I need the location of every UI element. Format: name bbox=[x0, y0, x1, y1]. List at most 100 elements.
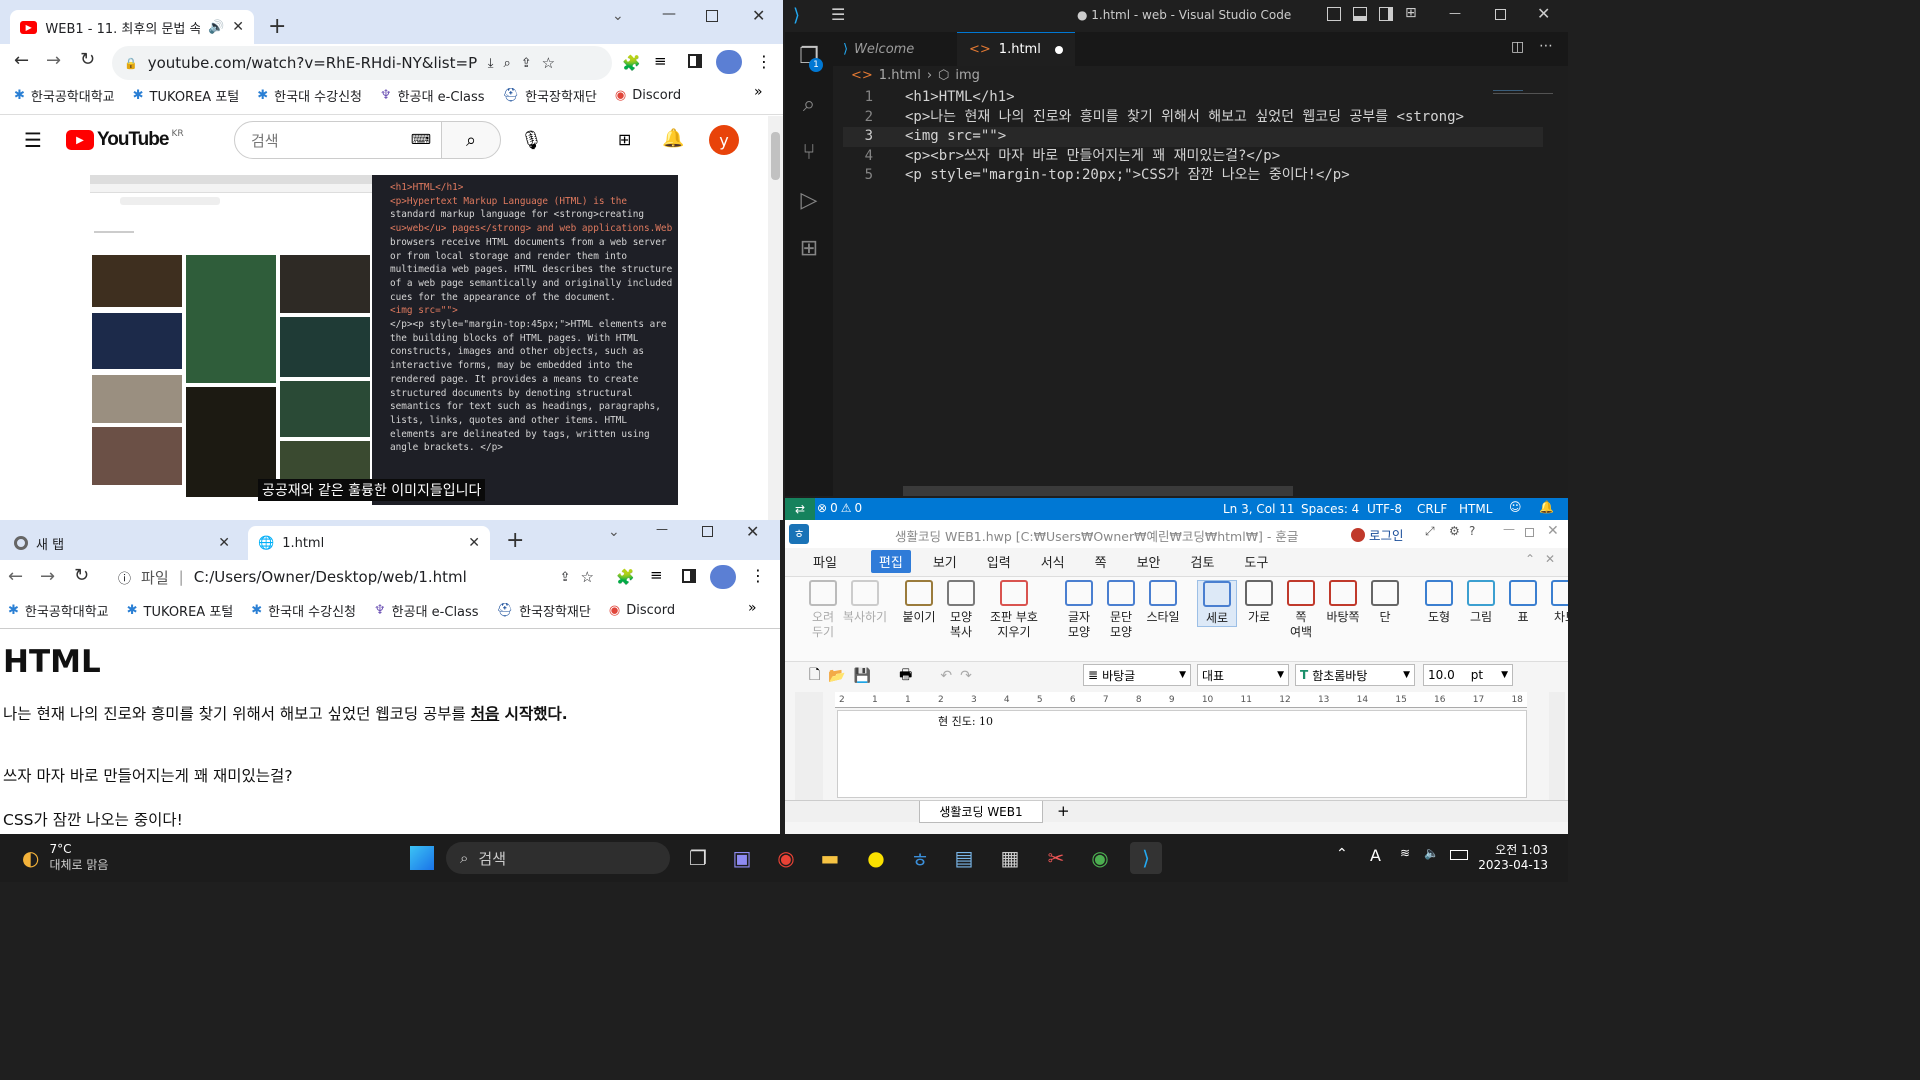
open-doc-icon[interactable]: 📂 bbox=[828, 668, 845, 684]
tab-youtube[interactable]: ▶ WEB1 - 11. 최후의 문법 속성 🔊 ✕ bbox=[10, 10, 254, 44]
menu-item[interactable]: 보기 bbox=[925, 550, 965, 573]
chrome-profile-icon[interactable]: ◉ bbox=[1084, 842, 1116, 874]
ribbon-button[interactable]: 복사하기 bbox=[843, 580, 887, 625]
search-button[interactable]: ⌕ bbox=[441, 121, 501, 159]
weather-widget[interactable]: ◐ 7°C 대체로 맑음 bbox=[22, 842, 108, 873]
tab-1html[interactable]: 🌐 1.html ✕ bbox=[248, 526, 490, 560]
horizontal-scrollbar[interactable] bbox=[903, 486, 1293, 496]
ribbon-button[interactable]: 스타일 bbox=[1143, 580, 1183, 625]
menu-item[interactable]: 도구 bbox=[1236, 550, 1276, 573]
bookmark-item[interactable]: ✱ 한국공학대학교 bbox=[14, 86, 115, 105]
remote-icon[interactable]: ⇄ bbox=[785, 498, 815, 520]
teams-icon[interactable]: ▣ bbox=[726, 842, 758, 874]
reload-icon[interactable]: ↻ bbox=[80, 49, 95, 70]
print-icon[interactable]: 🖶 bbox=[899, 664, 912, 688]
ribbon-button[interactable]: 글자 모양 bbox=[1059, 580, 1099, 640]
address-bar[interactable]: ⓘ 파일 | C:/Users/Owner/Desktop/web/1.html… bbox=[106, 560, 606, 594]
minimap[interactable] bbox=[1493, 88, 1553, 100]
hwp-icon[interactable]: ㅎ bbox=[904, 842, 936, 874]
new-tab-button[interactable]: + bbox=[268, 14, 286, 39]
document-page[interactable]: 현 진도: 10 bbox=[837, 710, 1527, 798]
tab-search-chevron-icon[interactable]: ⌄ bbox=[612, 8, 624, 24]
bookmark-item[interactable]: ◉ Discord bbox=[609, 603, 675, 618]
bookmarks-more-icon[interactable]: » bbox=[748, 600, 757, 616]
profile-icon[interactable] bbox=[716, 50, 742, 74]
menu-icon[interactable]: ⋮ bbox=[750, 566, 766, 585]
minimize-icon[interactable]: — bbox=[662, 6, 676, 22]
vscode-taskbar-icon[interactable]: ⟩ bbox=[1130, 842, 1162, 874]
bookmark-item[interactable]: ✱ 한국공학대학교 bbox=[8, 601, 109, 620]
source-control-icon[interactable]: ⑂ bbox=[785, 128, 833, 176]
customize-layout-icon[interactable]: ⊞ bbox=[1405, 5, 1417, 21]
menu-item[interactable]: 보안 bbox=[1129, 550, 1169, 573]
ribbon-button[interactable]: 조판 부호 지우기 bbox=[983, 580, 1045, 640]
breadcrumb-file[interactable]: 1.html bbox=[879, 68, 921, 83]
menu-item[interactable]: 검토 bbox=[1183, 550, 1223, 573]
language-mode[interactable]: HTML bbox=[1459, 502, 1492, 516]
toggle-primary-sidebar-icon[interactable] bbox=[1327, 7, 1341, 21]
ribbon-button[interactable]: 단 bbox=[1365, 580, 1405, 625]
tab-search-chevron-icon[interactable]: ⌄ bbox=[608, 524, 620, 540]
create-video-icon[interactable]: ⊞ bbox=[618, 130, 631, 149]
sheet-tab[interactable]: 생활코딩 WEB1 bbox=[919, 801, 1043, 823]
ribbon-button[interactable]: 바탕쪽 bbox=[1323, 580, 1363, 625]
font-select[interactable]: T 함초롬바탕 ▼ bbox=[1295, 664, 1415, 686]
ruler[interactable]: 2 1 1 2 3 4 5 6 7 8 9 10 11 12 13 14 15 16 17 18 bbox=[835, 692, 1527, 708]
vertical-scrollbar[interactable] bbox=[1549, 692, 1565, 802]
new-doc-icon[interactable]: 🗋 bbox=[809, 664, 820, 688]
share-icon[interactable]: ⇪ bbox=[560, 570, 571, 585]
feedback-icon[interactable]: ☺ bbox=[1509, 500, 1522, 514]
line-ending[interactable]: CRLF bbox=[1417, 502, 1447, 516]
menu-item[interactable]: 파일 bbox=[805, 550, 845, 573]
share-icon[interactable]: ⇪ bbox=[521, 56, 532, 71]
maximize-icon[interactable] bbox=[1495, 9, 1506, 20]
bookmark-item[interactable]: ✱ 한국대 수강신청 bbox=[251, 601, 356, 620]
minimize-icon[interactable]: — bbox=[1449, 6, 1461, 20]
clock[interactable]: 오전 1:03 2023-04-13 bbox=[1476, 841, 1548, 872]
code-line[interactable]: 2 <p>나는 현재 나의 진로와 흥미를 찾기 위해서 해보고 싶었던 웹코딩 … bbox=[843, 108, 1543, 128]
run-debug-icon[interactable]: ▷ bbox=[785, 176, 833, 224]
profile-icon[interactable] bbox=[710, 565, 736, 589]
document-text[interactable]: 현 진도: 10 bbox=[938, 713, 993, 729]
youtube-search-input[interactable]: 검색 ⌨ bbox=[234, 121, 442, 159]
video-player[interactable]: <h1>HTML</h1> <p>Hypertext Markup Languag… bbox=[90, 175, 678, 505]
battery-icon[interactable] bbox=[1450, 850, 1468, 860]
keyboard-icon[interactable]: ⌨ bbox=[411, 132, 431, 148]
install-icon[interactable]: ⤓ bbox=[488, 56, 494, 71]
tab-welcome[interactable]: ⟩ Welcome bbox=[833, 32, 953, 66]
extensions-icon[interactable]: ⊞ bbox=[785, 224, 833, 272]
menu-item[interactable]: 서식 bbox=[1033, 550, 1073, 573]
task-view-icon[interactable]: ❐ bbox=[682, 842, 714, 874]
forward-icon[interactable]: → bbox=[40, 566, 55, 587]
tab-new[interactable]: 새 탭 ✕ bbox=[4, 526, 240, 560]
taskbar-search[interactable]: ⌕ 검색 bbox=[446, 842, 670, 874]
menu-icon[interactable]: ⋮ bbox=[756, 52, 772, 71]
encoding[interactable]: UTF-8 bbox=[1367, 502, 1402, 516]
hamburger-icon[interactable]: ☰ bbox=[24, 128, 42, 152]
split-editor-icon[interactable]: ◫ bbox=[1511, 39, 1524, 55]
close-window-icon[interactable]: ✕ bbox=[1537, 4, 1550, 23]
file-explorer-icon[interactable]: ▬ bbox=[814, 842, 846, 874]
snipping-tool-icon[interactable]: ✂ bbox=[1040, 842, 1072, 874]
explorer-icon[interactable]: ❐ 1 bbox=[785, 32, 833, 80]
close-tab-icon[interactable]: ✕ bbox=[468, 535, 480, 551]
chrome-icon[interactable]: ◉ bbox=[770, 842, 802, 874]
tray-chevron-icon[interactable]: ⌃ bbox=[1336, 846, 1348, 862]
unsaved-dot-icon[interactable] bbox=[1055, 45, 1063, 54]
ribbon-button[interactable]: 도형 bbox=[1419, 580, 1459, 625]
ribbon-collapse-icon[interactable]: ⌃ bbox=[1525, 552, 1535, 566]
ribbon-button[interactable]: 표 bbox=[1503, 580, 1543, 625]
bookmark-item[interactable]: ⛑ 한국장학재단 bbox=[497, 601, 591, 620]
youtube-logo[interactable]: ▶ YouTube KR bbox=[66, 129, 184, 151]
ribbon-button[interactable]: 붙이기 bbox=[899, 580, 939, 625]
address-bar[interactable]: 🔒 youtube.com/watch?v=RhE-RHdi-NY&list=P… bbox=[112, 46, 612, 80]
code-editor[interactable]: 1 <h1>HTML</h1> 2 <p>나는 현재 나의 진로와 흥미를 찾기 위해… bbox=[843, 88, 1543, 186]
maximize-icon[interactable] bbox=[1525, 528, 1534, 537]
back-icon[interactable]: ← bbox=[14, 50, 29, 71]
bookmark-item[interactable]: ⛑ 한국장학재단 bbox=[503, 86, 597, 105]
problems-indicator[interactable]: ⊗ 0 ⚠ 0 bbox=[817, 501, 862, 515]
undo-icon[interactable]: ↶ bbox=[940, 668, 952, 684]
maximize-icon[interactable] bbox=[702, 526, 713, 537]
calculator-icon[interactable]: ▦ bbox=[994, 842, 1026, 874]
indentation[interactable]: Spaces: 4 bbox=[1301, 502, 1359, 516]
